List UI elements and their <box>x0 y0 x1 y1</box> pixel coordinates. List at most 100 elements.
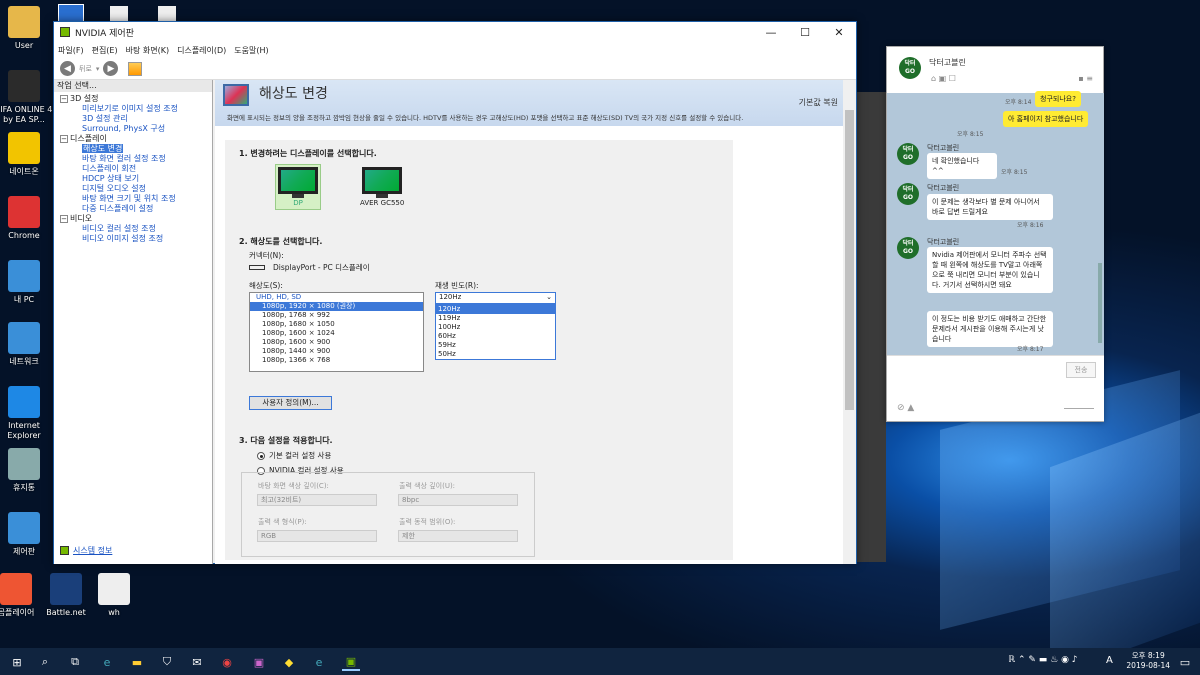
desktop-icon[interactable]: 네트워크 <box>0 322 54 367</box>
chat-bubble[interactable]: 이 정도는 비용 받기도 애매하고 간단한 문제라서 게시판을 이용해 주시는게… <box>927 311 1053 347</box>
scrollbar[interactable] <box>843 80 856 564</box>
nvidia-taskbar-icon[interactable]: ▣ <box>342 653 360 671</box>
refresh-option[interactable]: 59Hz <box>436 341 555 350</box>
ie-icon[interactable]: e <box>310 653 328 671</box>
resolution-option[interactable]: 1080p, 1920 × 1080 (권장) <box>250 302 423 311</box>
desktop-icon[interactable]: 휴지통 <box>0 448 54 493</box>
refresh-select[interactable]: 120Hz ⌄ <box>435 292 556 304</box>
clock[interactable]: 오후 8:19 2019-08-14 <box>1126 651 1170 671</box>
chat-header-icons[interactable]: ⌂ ▣ ☐ <box>931 74 956 83</box>
file-icon[interactable] <box>158 6 176 22</box>
chat-header[interactable]: 닥터 GO 닥터고블린 ⌂ ▣ ☐ ▪ ≡ <box>887 47 1103 93</box>
refresh-option[interactable]: 50Hz <box>436 350 555 359</box>
resolution-option[interactable]: 1080p, 1440 × 900 <box>250 347 423 356</box>
ime-indicator[interactable]: A <box>1106 655 1113 666</box>
desktop-icon[interactable]: wh <box>84 573 144 618</box>
output-format-select[interactable]: RGB <box>257 530 377 542</box>
refresh-option[interactable]: 119Hz <box>436 314 555 323</box>
menu-item[interactable]: 바탕 화면(K) <box>126 45 169 56</box>
radio-default-color[interactable]: 기본 컬러 설정 사용 <box>257 450 331 461</box>
chat-bubble[interactable]: 청구되나요? <box>1035 91 1081 107</box>
app-icon[interactable]: ▣ <box>250 653 268 671</box>
task-view-icon[interactable]: ⧉ <box>66 653 84 671</box>
store-icon[interactable]: ⛉ <box>158 653 176 671</box>
menu-icon[interactable]: ▪ ≡ <box>1078 74 1093 83</box>
refresh-option[interactable]: 60Hz <box>436 332 555 341</box>
display-dp[interactable]: DP <box>275 164 321 210</box>
tree-item[interactable]: 바탕 화면 크기 및 위치 조정 <box>60 194 212 204</box>
search-icon[interactable]: ⌕ <box>36 653 54 671</box>
system-info-link[interactable]: 시스템 정보 <box>60 545 112 556</box>
chat-bubble[interactable]: 네 확인했습니다 ^^ <box>927 153 997 179</box>
refresh-options[interactable]: 120Hz 119Hz 100Hz 60Hz 59Hz 50Hz <box>435 304 556 360</box>
chat-bubble[interactable]: 아 홈페이지 참고했습니다 <box>1003 111 1089 127</box>
tree-item[interactable]: 해상도 변경 <box>60 144 212 154</box>
kakaotalk-icon[interactable]: ◆ <box>280 653 298 671</box>
refresh-option[interactable]: 120Hz <box>436 305 555 314</box>
desktop-icon[interactable]: 네이트온 <box>0 132 54 177</box>
refresh-label: 재생 빈도(R): <box>435 281 479 290</box>
tree-item[interactable]: 비디오 이미지 설정 조정 <box>60 234 212 244</box>
chat-input-area[interactable]: 전송 ⊘ ▲ <box>887 355 1104 421</box>
file-explorer-icon[interactable]: ▬ <box>128 653 146 671</box>
notification-icon[interactable]: ▭ <box>1176 653 1194 671</box>
minimize-button[interactable]: — <box>754 26 788 39</box>
output-depth-select[interactable]: 8bpc <box>398 494 518 506</box>
home-icon[interactable] <box>128 61 143 76</box>
desktop-icon-label: wh <box>108 608 120 617</box>
tree-item[interactable]: 디지털 오디오 설정 <box>60 184 212 194</box>
restore-defaults-link[interactable]: 기본값 복원 <box>799 97 838 108</box>
close-button[interactable]: ✕ <box>822 26 856 39</box>
menu-item[interactable]: 디스플레이(D) <box>177 45 226 56</box>
desktop-depth-select[interactable]: 최고(32비트) <box>257 494 377 506</box>
back-icon[interactable]: ◀ <box>60 61 75 76</box>
display-aver[interactable]: AVER GC550 <box>360 167 404 207</box>
tree-item[interactable]: 디스플레이 회전 <box>60 164 212 174</box>
chat-bubble[interactable]: 이 문제는 생각보다 별 문제 아니어서 바로 답변 드릴게요 <box>927 194 1053 220</box>
resolution-option[interactable]: 1080p, 1600 × 1024 <box>250 329 423 338</box>
attach-icon[interactable]: ⊘ ▲ <box>897 403 914 413</box>
desktop-icon[interactable]: User <box>0 6 54 51</box>
resolution-list[interactable]: UHD, HD, SD 1080p, 1920 × 1080 (권장) 1080p… <box>249 292 424 372</box>
desktop-icon[interactable]: FIFA ONLINE 4 by EA SP... <box>0 70 54 125</box>
tree-item[interactable]: 비디오 컬러 설정 조정 <box>60 224 212 234</box>
maximize-button[interactable]: ☐ <box>788 26 822 39</box>
dropdown-icon[interactable]: ▾ <box>96 65 100 73</box>
menu-item[interactable]: 도움말(H) <box>234 45 268 56</box>
title-bar[interactable]: NVIDIA 제어판 — ☐ ✕ <box>54 22 856 42</box>
forward-icon[interactable]: ▶ <box>103 61 119 76</box>
tray-icons[interactable]: ℝ ⌃ ✎ ▬ ♨ ◉ ♪ <box>1008 655 1078 665</box>
back-label[interactable]: 뒤로 <box>79 64 92 74</box>
tree-item[interactable]: 3D 설정 관리 <box>60 114 212 124</box>
mail-icon[interactable]: ✉ <box>188 653 206 671</box>
output-range-select[interactable]: 제한 <box>398 530 518 542</box>
desktop-icon[interactable]: 제어판 <box>0 512 54 557</box>
edge-icon[interactable]: e <box>98 653 116 671</box>
scrollbar[interactable] <box>1098 263 1102 343</box>
tree-item[interactable]: 바탕 화면 컬러 설정 조정 <box>60 154 212 164</box>
tree-category[interactable]: − 비디오 <box>60 214 212 224</box>
tree-category[interactable]: − 디스플레이 <box>60 134 212 144</box>
desktop-icon[interactable]: Internet Explorer <box>0 386 54 441</box>
tree-item[interactable]: 다중 디스플레이 설정 <box>60 204 212 214</box>
menu-item[interactable]: 파일(F) <box>58 45 84 56</box>
menu-item[interactable]: 편집(E) <box>92 45 118 56</box>
resolution-option[interactable]: 1080p, 1600 × 900 <box>250 338 423 347</box>
file-icon[interactable] <box>110 6 128 22</box>
tree-category[interactable]: −3D 설정 <box>60 94 212 104</box>
tree-item[interactable]: Surround, PhysX 구성 <box>60 124 212 134</box>
tree-item[interactable]: 미리보기로 이미지 설정 조정 <box>60 104 212 114</box>
refresh-option[interactable]: 100Hz <box>436 323 555 332</box>
desktop-icon[interactable]: Chrome <box>0 196 54 241</box>
customize-button[interactable]: 사용자 정의(M)... <box>249 396 332 410</box>
send-button[interactable]: 전송 <box>1066 362 1096 378</box>
volume-slider[interactable] <box>1064 408 1094 409</box>
tree-item[interactable]: HDCP 상태 보기 <box>60 174 212 184</box>
resolution-option[interactable]: 1080p, 1366 × 768 <box>250 356 423 365</box>
desktop-icon[interactable]: 내 PC <box>0 260 54 305</box>
resolution-option[interactable]: 1080p, 1768 × 992 <box>250 311 423 320</box>
chrome-icon[interactable]: ◉ <box>218 653 236 671</box>
chat-bubble[interactable]: Nvidia 제어판에서 모니터 주파수 선택할 때 왼쪽에 해상도를 TV말고… <box>927 247 1053 293</box>
start-icon[interactable]: ⊞ <box>8 653 26 671</box>
resolution-option[interactable]: 1080p, 1680 × 1050 <box>250 320 423 329</box>
